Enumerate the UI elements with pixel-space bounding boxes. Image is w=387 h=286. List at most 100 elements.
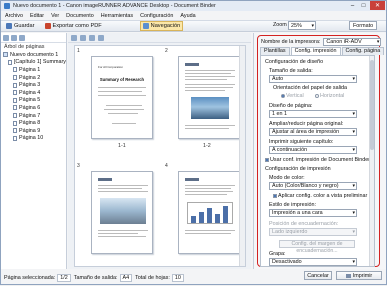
page-thumbnail-2[interactable] — [178, 56, 240, 139]
page-corner-number: 3 — [77, 163, 80, 169]
tree-page[interactable]: Página 7 — [3, 112, 66, 120]
tree-page[interactable]: Página 2 — [3, 74, 66, 82]
thumbnail-area: 1 2 3 4 For All Corporation Summary of R… — [74, 45, 246, 267]
settings-scrollbar[interactable] — [369, 56, 374, 266]
paper-size-select[interactable]: Auto ▾ — [269, 75, 357, 83]
orientation-vertical[interactable]: Vertical — [281, 93, 304, 99]
output-size-label: Tamaño de salida: — [73, 274, 118, 281]
menu-editar[interactable]: Editar — [30, 13, 44, 19]
app-window: Nuevo documento 1 - Canon imageRUNNER AD… — [0, 0, 387, 285]
menu-herramientas[interactable]: Herramientas — [101, 13, 133, 19]
page-icon — [13, 128, 17, 134]
printer-select[interactable]: Canon iR-ADV ▾ — [323, 38, 382, 46]
radio-icon — [315, 93, 319, 98]
tree-page[interactable]: Página 1 — [3, 66, 66, 74]
page-thumbnail-3[interactable] — [91, 171, 153, 254]
page-tree: Nuevo documento 1 [Capítulo 1] Summary P… — [1, 51, 66, 142]
next-chapter-select[interactable]: A continuación ▾ — [269, 146, 357, 154]
format-button[interactable]: Formato — [349, 21, 378, 30]
zoom-select[interactable]: 25% ▾ — [288, 21, 316, 30]
use-binder-config-checkbox[interactable]: Usar conf. impresión de Document Binder — [265, 157, 370, 163]
page-icon — [13, 105, 17, 111]
tree-page[interactable]: Página 8 — [3, 119, 66, 127]
page-icon — [13, 75, 17, 81]
binding-select[interactable]: Lado izquierdo ▾ — [269, 228, 357, 236]
binding-margin-button[interactable]: Config. del margen de encuadernación... — [279, 240, 355, 254]
chevron-down-icon: ▾ — [352, 111, 355, 117]
tree-page[interactable]: Página 9 — [3, 127, 66, 135]
view-icon[interactable] — [71, 34, 77, 41]
binder-icon — [3, 52, 8, 58]
printer-label: Nombre de la impresora: — [261, 39, 321, 45]
selected-page-label: Página seleccionada: — [4, 274, 56, 281]
tree-toolbar — [1, 33, 66, 43]
tab-print-settings[interactable]: Config. impresión — [290, 47, 341, 55]
page-heading: Summary of Research — [99, 77, 145, 82]
enlarge-select[interactable]: Ajustar al área de impresión ▾ — [269, 128, 357, 136]
color-mode-select[interactable]: Auto (Color/Blanco y negro) ▾ — [269, 182, 357, 190]
navigation-icon — [142, 23, 149, 29]
page-layout-select[interactable]: 1 en 1 ▾ — [269, 110, 357, 118]
tree-page[interactable]: Página 6 — [3, 104, 66, 112]
scroll-thumb[interactable] — [370, 60, 374, 150]
save-button[interactable]: Guardar — [4, 21, 37, 31]
staple-label: Grapa: — [269, 251, 286, 257]
page-icon — [13, 135, 17, 141]
page-icon — [13, 113, 17, 119]
thumbnail-toolbar — [68, 33, 251, 43]
printer-icon — [345, 273, 351, 278]
export-pdf-button[interactable]: Exportar como PDF — [43, 21, 104, 31]
printer-row: Nombre de la impresora: Canon iR-ADV ▾ — [261, 38, 382, 46]
apply-color-checkbox[interactable]: Aplicar config. color a vista preliminar — [273, 193, 367, 199]
print-style-select[interactable]: Impresión a una cara ▾ — [269, 209, 357, 217]
page-thumbnail-4[interactable] — [178, 171, 240, 254]
page-tree-pane: Árbol de páginas Nuevo documento 1 [Capí… — [1, 33, 67, 269]
navigation-button[interactable]: Navegación — [139, 21, 184, 31]
print-section-title: Configuración de impresión — [265, 166, 331, 172]
title-bar: Nuevo documento 1 - Canon imageRUNNER AD… — [1, 1, 386, 11]
tree-document[interactable]: Nuevo documento 1 — [3, 51, 66, 59]
view-icon[interactable] — [98, 34, 104, 41]
page-corner-number: 2 — [165, 48, 168, 54]
chevron-down-icon: ▾ — [311, 23, 314, 29]
thumbnail-scrollbar[interactable] — [239, 46, 245, 266]
toolbar: Guardar Exportar como PDF Navegación — [1, 20, 386, 32]
next-chapter-label: Imprimir siguiente capítulo: — [269, 139, 334, 145]
menu-configuracion[interactable]: Configuración — [140, 13, 173, 19]
menu-bar: Archivo Editar Ver Documento Herramienta… — [1, 11, 386, 20]
tree-title: Árbol de páginas — [4, 44, 45, 50]
thumbnail-label: 1-1 — [118, 143, 126, 149]
checkbox-icon — [265, 157, 269, 162]
menu-ver[interactable]: Ver — [51, 13, 59, 19]
chevron-down-icon: ▾ — [352, 147, 355, 153]
tree-tool-icon[interactable] — [3, 34, 9, 41]
tab-templates[interactable]: Plantillas — [260, 47, 290, 55]
tree-tool-icon[interactable] — [11, 34, 17, 41]
tree-chapter[interactable]: [Capítulo 1] Summary — [3, 59, 66, 67]
orientation-horizontal[interactable]: Horizontal — [315, 93, 344, 99]
menu-archivo[interactable]: Archivo — [5, 13, 23, 19]
settings-tabs: Plantillas Config. impresión Config. pág… — [260, 47, 385, 55]
selected-page-value: 1/2 — [57, 273, 71, 282]
menu-documento[interactable]: Documento — [66, 13, 94, 19]
tree-page[interactable]: Página 4 — [3, 89, 66, 97]
menu-ayuda[interactable]: Ayuda — [180, 13, 195, 19]
view-icon[interactable] — [89, 34, 95, 41]
tree-page[interactable]: Página 10 — [3, 135, 66, 143]
minimize-button[interactable]: – — [347, 1, 358, 10]
tree-page[interactable]: Página 3 — [3, 81, 66, 89]
cancel-button[interactable]: Cancelar — [304, 271, 332, 280]
page-thumbnail-1[interactable]: For All Corporation Summary of Research — [91, 56, 153, 139]
page-corner-number: 1 — [77, 48, 80, 54]
app-icon — [4, 3, 10, 9]
staple-select[interactable]: Desactivado ▾ — [269, 258, 357, 266]
print-button[interactable]: Imprimir — [336, 271, 382, 280]
tab-page-settings[interactable]: Config. página — [341, 47, 385, 55]
tree-page[interactable]: Página 5 — [3, 97, 66, 105]
tree-tool-icon[interactable] — [19, 34, 25, 41]
maximize-button[interactable]: □ — [358, 1, 369, 10]
close-button[interactable]: ✕ — [370, 1, 385, 10]
pdf-icon — [44, 23, 51, 29]
paper-size-label: Tamaño de salida: — [269, 68, 313, 74]
view-icon[interactable] — [80, 34, 86, 41]
